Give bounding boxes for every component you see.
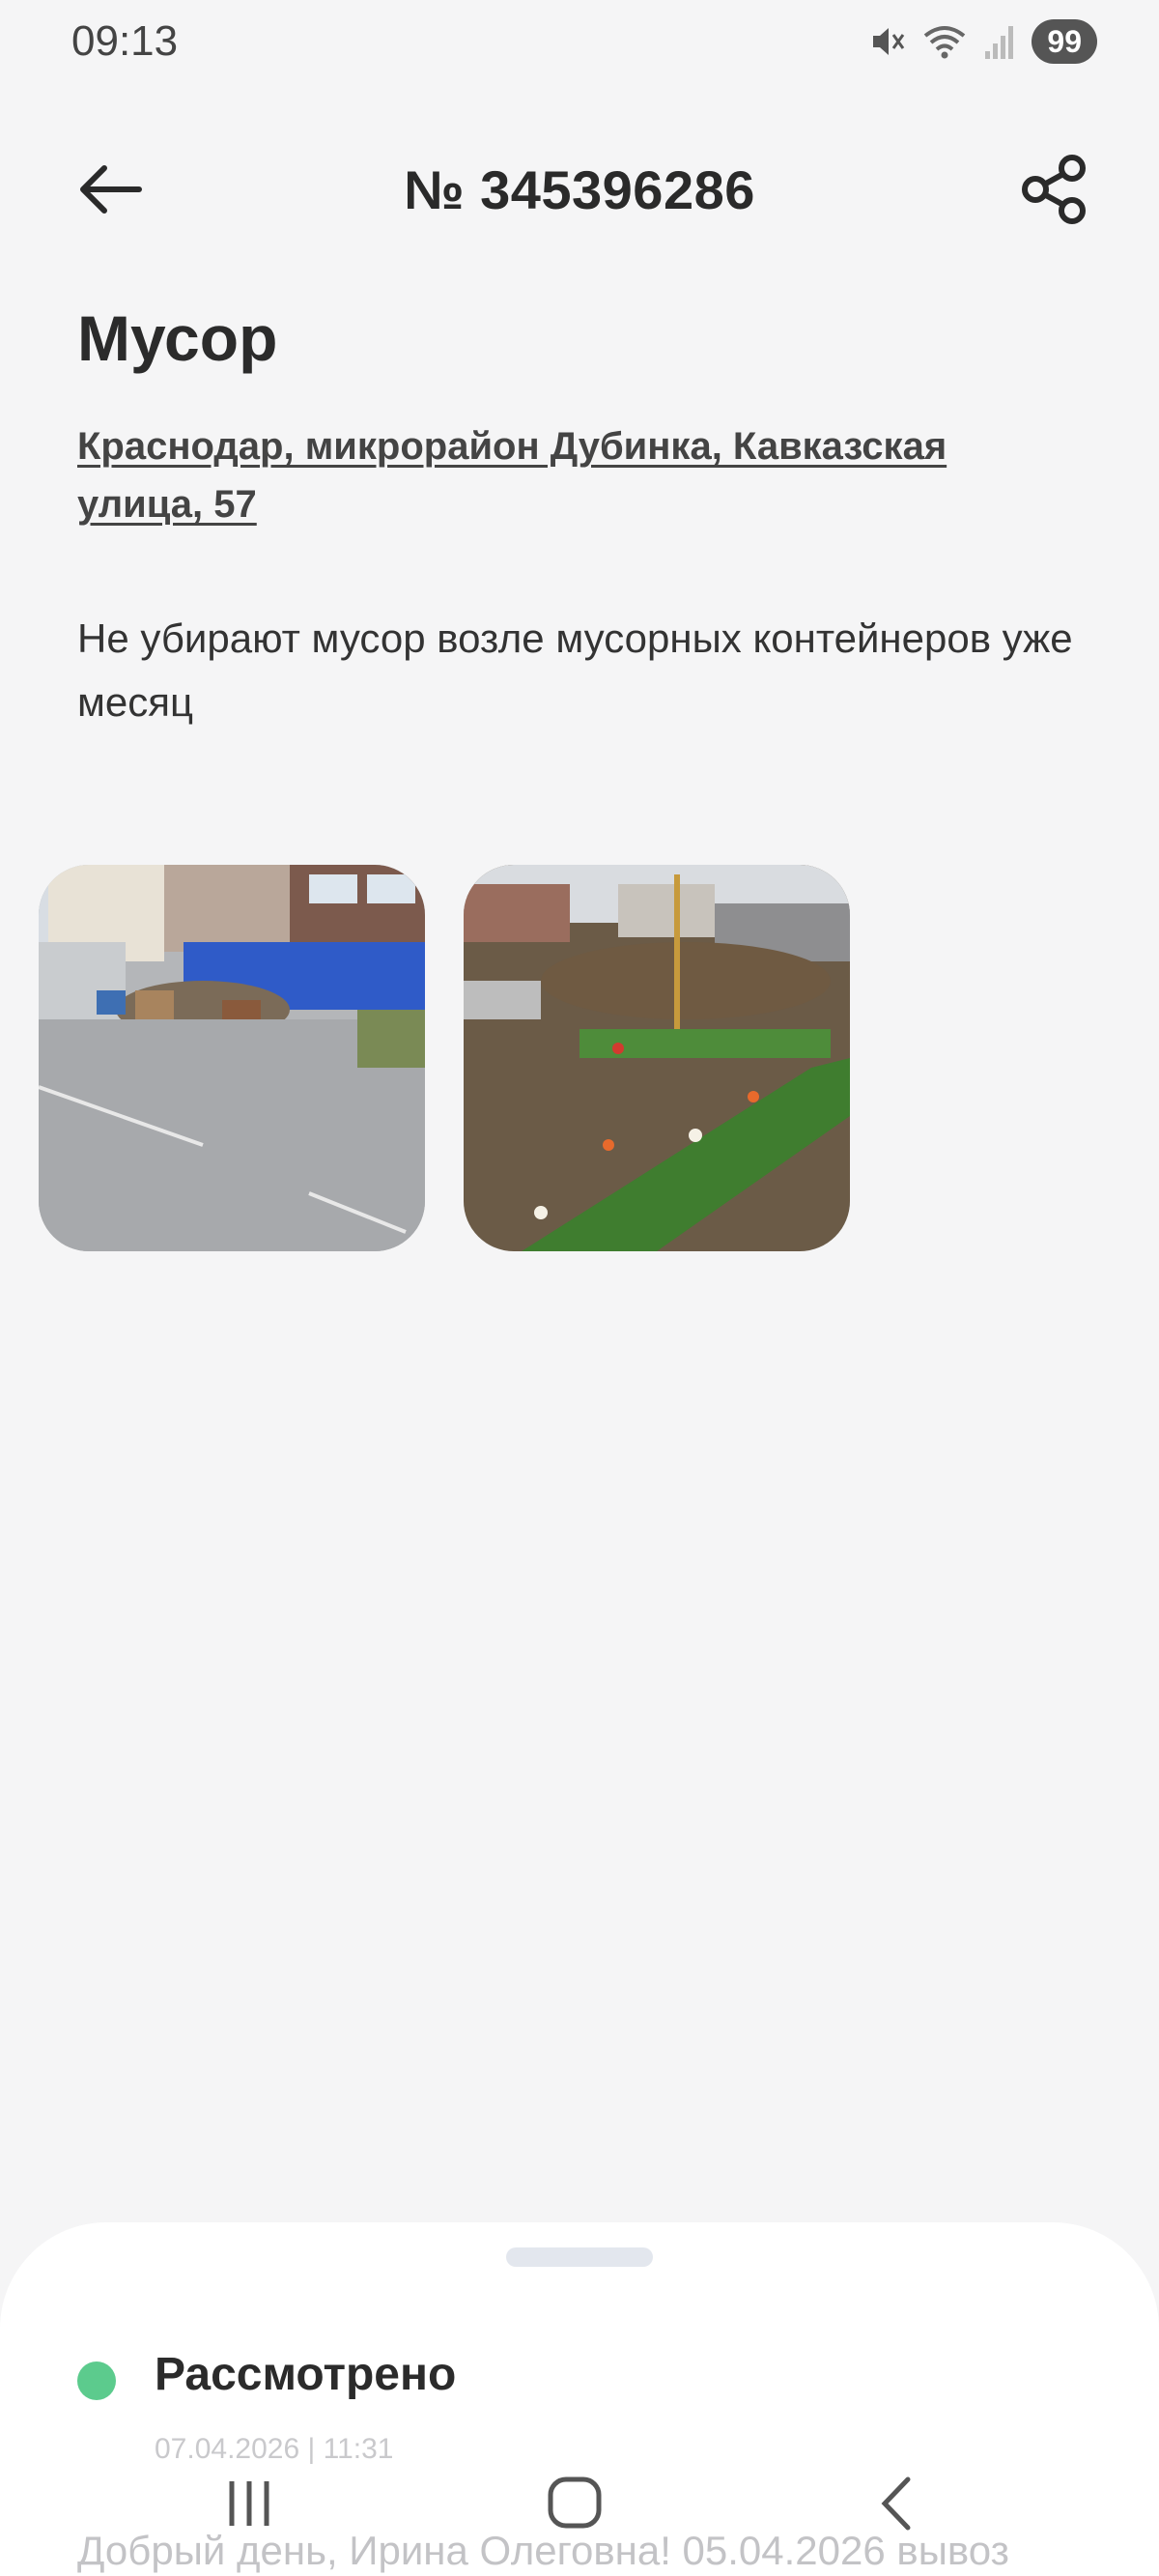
- wifi-icon: [924, 26, 966, 59]
- system-nav-bar: [0, 2454, 1159, 2551]
- issue-address-link[interactable]: Краснодар, микрорайон Дубинка, Кавказска…: [77, 417, 1082, 533]
- battery-indicator: 99: [1032, 19, 1097, 64]
- system-back-button[interactable]: [860, 2470, 937, 2537]
- status-time: 09:13: [71, 17, 179, 65]
- share-icon: [1022, 155, 1086, 224]
- photo-thumbnail[interactable]: [464, 865, 850, 1251]
- photo-garbage-flowerbed: [464, 865, 850, 1251]
- signal-icon: [985, 26, 1014, 59]
- recent-apps-icon: [229, 2481, 269, 2526]
- back-icon: [881, 2476, 911, 2531]
- issue-description: Не убирают мусор возле мусорных контейне…: [77, 615, 1073, 725]
- sheet-drag-handle[interactable]: [506, 2247, 653, 2267]
- status-bar: 09:13 99: [0, 0, 1159, 87]
- home-button[interactable]: [537, 2470, 614, 2537]
- home-icon: [548, 2476, 602, 2529]
- issue-category: Мусор: [77, 302, 278, 374]
- recent-apps-button[interactable]: [211, 2470, 288, 2537]
- status-label: Рассмотрено: [155, 2349, 457, 2400]
- share-button[interactable]: [1018, 153, 1091, 226]
- mute-icon: [873, 28, 905, 55]
- status-icons: 99: [867, 17, 1097, 66]
- issue-number-title: № 345396286: [404, 159, 755, 220]
- photo-garbage-street: [39, 865, 425, 1251]
- photo-thumbnail[interactable]: [39, 865, 425, 1251]
- status-indicator-dot: [77, 2361, 116, 2400]
- top-app-bar: № 345396286: [0, 145, 1159, 232]
- photo-gallery: [39, 865, 850, 1251]
